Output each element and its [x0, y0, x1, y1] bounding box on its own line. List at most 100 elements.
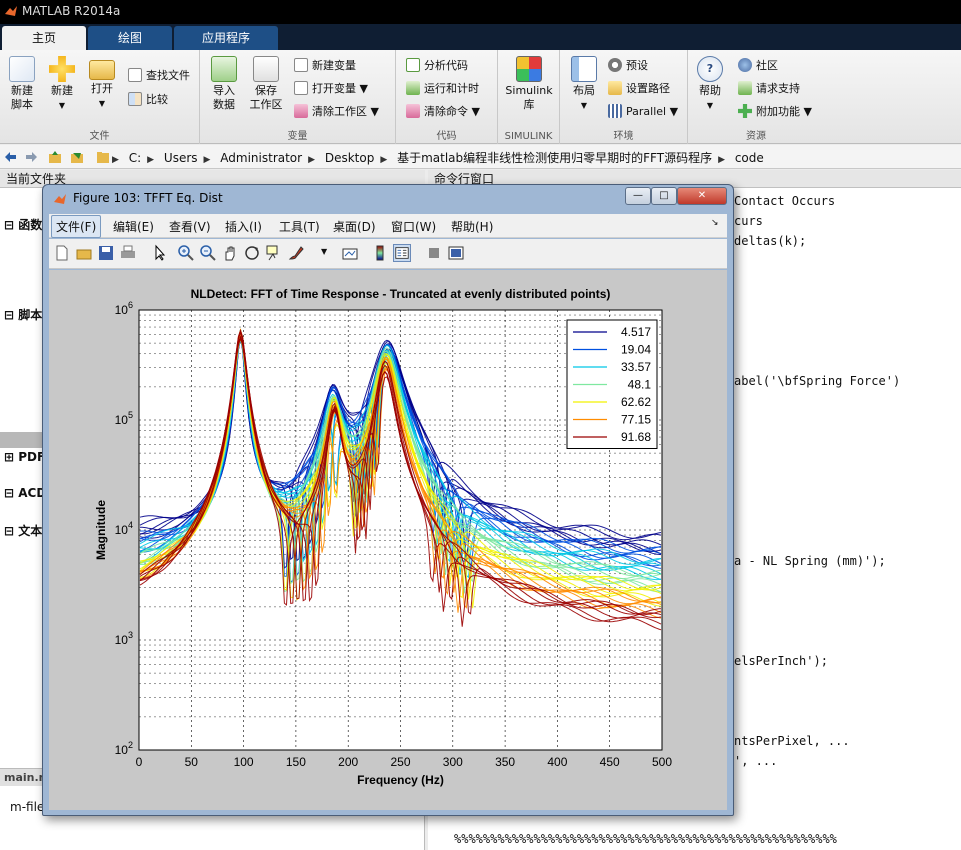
community-button[interactable]: 社区 [738, 56, 778, 76]
forward-arrow-icon[interactable] [24, 150, 38, 164]
add-ons-button[interactable]: 附加功能 ▼ [738, 102, 812, 122]
zoom-in-icon[interactable] [177, 244, 195, 262]
breadcrumb-item[interactable]: 基于matlab编程非线性检测使用归零早期时的FFT源码程序 [397, 151, 712, 165]
up-folder-icon[interactable] [48, 150, 62, 164]
run-and-time-button[interactable]: 运行和计时 [406, 79, 479, 99]
help-button[interactable]: ? 帮助 ▼ [690, 56, 730, 113]
fft-plot[interactable]: 0 50 100 150 200 250 300 350 400 450 500 102 103 104 1… [49, 270, 727, 810]
parallel-label: Parallel [626, 105, 667, 118]
set-path-button[interactable]: 设置路径 [608, 79, 670, 99]
open-label: 打开 [91, 82, 113, 95]
new-variable-label: 新建变量 [312, 59, 356, 72]
preferences-label: 预设 [626, 59, 648, 72]
new-variable-button[interactable]: 新建变量 [294, 56, 356, 76]
section-text[interactable]: ⊟ 文本 [4, 522, 42, 539]
menu-insert[interactable]: 插入(I) [225, 218, 262, 235]
section-functions[interactable]: ⊟ 函数 [4, 216, 42, 233]
menu-edit[interactable]: 编辑(E) [113, 218, 154, 235]
insert-colorbar-icon[interactable] [371, 244, 389, 262]
command-line: elsPerInch'); [734, 654, 828, 668]
section-scripts[interactable]: ⊟ 脚本 [4, 306, 42, 323]
insert-legend-icon[interactable] [393, 244, 411, 262]
section-pdf[interactable]: ⊞ PDF [4, 450, 45, 464]
import-data-button[interactable]: 导入 数据 [204, 56, 244, 112]
maximize-button[interactable]: □ [651, 187, 677, 205]
code-group: 分析代码 运行和计时 清除命令 ▼ 代码 [396, 50, 498, 144]
close-button[interactable]: ✕ [677, 187, 727, 205]
find-files-button[interactable]: 查找文件 [128, 66, 190, 86]
simulink-library-button[interactable]: Simulink 库 [502, 56, 556, 112]
ribbon-toolstrip: 新建 脚本 新建 ▼ 打开 ▼ 查找文件 比较 文件 导入 数据 保存 工作区 新建… [0, 50, 961, 144]
save-icon[interactable] [97, 244, 115, 262]
brush-icon[interactable] [287, 244, 305, 262]
save-workspace-icon [253, 56, 279, 82]
new-button[interactable]: 新建 ▼ [42, 56, 82, 113]
command-line: a - NL Spring (mm)'); [734, 554, 886, 568]
breadcrumb-item[interactable]: C: [129, 151, 141, 165]
layout-button[interactable]: 布局 ▼ [564, 56, 604, 113]
pan-hand-icon[interactable] [221, 244, 239, 262]
breadcrumb-item[interactable]: Users [164, 151, 198, 165]
analyze-code-button[interactable]: 分析代码 [406, 56, 468, 76]
request-support-icon [738, 81, 752, 95]
set-path-label: 设置路径 [626, 82, 670, 95]
request-support-label: 请求支持 [756, 82, 800, 95]
rotate-3d-icon[interactable] [243, 244, 261, 262]
menu-file[interactable]: 文件(F) [51, 215, 102, 238]
minimize-button[interactable]: — [625, 187, 651, 205]
x-tick-label: 50 [185, 755, 199, 769]
brush-dropdown-icon[interactable]: ▼ [321, 247, 327, 256]
add-ons-icon [738, 104, 752, 118]
parallel-button[interactable]: Parallel ▼ [608, 102, 678, 122]
browse-folder-icon[interactable] [70, 150, 84, 164]
preferences-button[interactable]: 预设 [608, 56, 648, 76]
selected-file-row[interactable] [0, 432, 42, 448]
breadcrumb-item[interactable]: code [735, 151, 764, 165]
open-file-icon[interactable] [75, 244, 93, 262]
clear-commands-button[interactable]: 清除命令 ▼ [406, 102, 480, 122]
breadcrumb-item[interactable]: Administrator [220, 151, 302, 165]
open-button[interactable]: 打开 ▼ [82, 56, 122, 111]
menu-help[interactable]: 帮助(H) [451, 218, 493, 235]
new-variable-icon [294, 58, 308, 72]
command-line: curs [734, 214, 763, 228]
save-workspace-button[interactable]: 保存 工作区 [244, 56, 288, 112]
pointer-icon[interactable] [151, 244, 169, 262]
new-figure-icon[interactable] [53, 244, 71, 262]
tab-apps[interactable]: 应用程序 [174, 26, 278, 50]
app-titlebar: MATLAB R2014a [0, 0, 961, 24]
menu-window[interactable]: 窗口(W) [391, 218, 436, 235]
legend-label: 77.15 [621, 413, 651, 427]
menu-desktop[interactable]: 桌面(D) [333, 218, 376, 235]
undock-arrow-icon[interactable]: ↘ [711, 218, 719, 228]
command-line: %%%%%%%%%%%%%%%%%%%%%%%%%%%%%%%%%%%%%%%%… [454, 832, 837, 846]
new-script-button[interactable]: 新建 脚本 [2, 56, 42, 112]
environment-group: 布局 ▼ 预设 设置路径 Parallel ▼ 环境 [560, 50, 688, 144]
request-support-button[interactable]: 请求支持 [738, 79, 800, 99]
compare-button[interactable]: 比较 [128, 90, 168, 110]
data-cursor-icon[interactable] [265, 244, 283, 262]
tab-plots[interactable]: 绘图 [88, 26, 172, 50]
print-icon[interactable] [119, 244, 137, 262]
breadcrumb-item[interactable]: Desktop [325, 151, 375, 165]
code-group-title: 代码 [436, 131, 457, 142]
clear-commands-icon [406, 104, 420, 118]
zoom-out-icon[interactable] [199, 244, 217, 262]
figure-titlebar[interactable]: Figure 103: TFFT Eq. Dist — □ ✕ [43, 185, 733, 213]
menu-view[interactable]: 查看(V) [169, 218, 211, 235]
command-line: abel('\bfSpring Force') [734, 374, 901, 388]
matlab-logo-icon [5, 6, 17, 16]
section-acd[interactable]: ⊟ ACD [4, 486, 46, 500]
legend-label: 48.1 [628, 378, 652, 392]
back-arrow-icon[interactable] [4, 150, 18, 164]
tab-home[interactable]: 主页 [2, 26, 86, 50]
run-and-time-icon [406, 81, 420, 95]
show-plot-tools-icon[interactable] [447, 244, 465, 262]
hide-plot-tools-icon[interactable] [425, 244, 443, 262]
folder-icon [97, 152, 109, 163]
menu-tools[interactable]: 工具(T) [279, 218, 320, 235]
link-plot-icon[interactable] [341, 244, 359, 262]
open-variable-button[interactable]: 打开变量 ▼ [294, 79, 368, 99]
new-label: 新建 [51, 84, 73, 97]
clear-workspace-button[interactable]: 清除工作区 ▼ [294, 102, 379, 122]
